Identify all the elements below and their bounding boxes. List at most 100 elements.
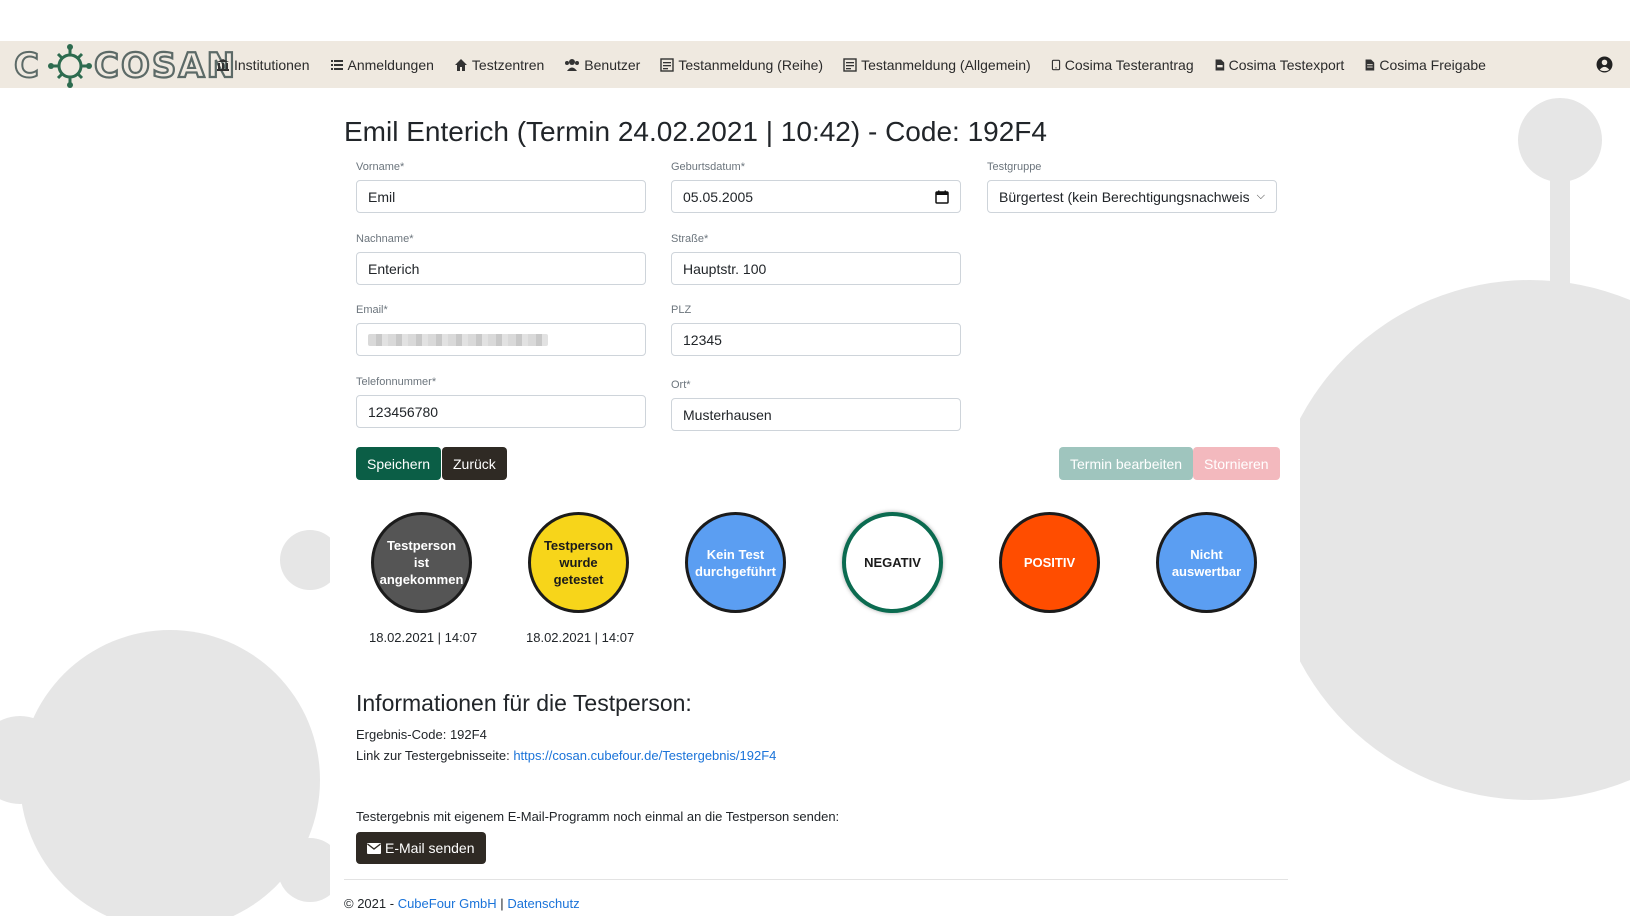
nav-item-cosima-testerantrag[interactable]: Cosima Testerantrag bbox=[1051, 57, 1194, 73]
ort-label: Ort* bbox=[671, 379, 691, 391]
strasse-label: Straße* bbox=[671, 233, 709, 245]
nav-item-testanmeldung-reihe[interactable]: Testanmeldung (Reihe) bbox=[660, 57, 823, 73]
users-icon bbox=[565, 58, 580, 71]
status-line: Testperson bbox=[543, 538, 614, 553]
result-link-label: Link zur Testergebnisseite: bbox=[356, 748, 510, 763]
nav-item-cosima-testexport[interactable]: Cosima Testexport bbox=[1214, 57, 1344, 73]
nachname-label: Nachname* bbox=[356, 233, 414, 245]
back-button[interactable]: Zurück bbox=[442, 447, 507, 480]
strasse-field-group: Straße* Hauptstr. 100 bbox=[671, 233, 961, 285]
ort-field-group: Ort* Musterhausen bbox=[671, 379, 961, 431]
user-account-icon[interactable] bbox=[1596, 56, 1613, 73]
nav-label: Testanmeldung (Reihe) bbox=[678, 56, 824, 73]
result-code-text: Ergebnis-Code: 192F4 bbox=[356, 727, 487, 742]
status-arrived-timestamp: 18.02.2021 | 14:07 bbox=[369, 630, 478, 645]
nav-item-benutzer[interactable]: Benutzer bbox=[564, 57, 640, 73]
nachname-field-group: Nachname* Enterich bbox=[356, 233, 646, 285]
status-line: NEGATIV bbox=[864, 555, 921, 570]
form-icon bbox=[843, 57, 857, 72]
telefon-value: 123456780 bbox=[368, 403, 439, 420]
status-negative-button[interactable]: NEGATIV bbox=[842, 512, 943, 613]
plz-input[interactable]: 12345 bbox=[671, 323, 961, 356]
strasse-value: Hauptstr. 100 bbox=[683, 260, 767, 277]
status-line: POSITIV bbox=[1023, 555, 1076, 570]
nav-item-anmeldungen[interactable]: Anmeldungen bbox=[330, 57, 434, 73]
email-redacted-value bbox=[368, 333, 548, 346]
plz-field-group: PLZ 12345 bbox=[671, 304, 961, 356]
footer: © 2021 - CubeFour GmbH | Datenschutz bbox=[344, 896, 580, 911]
status-tested-button[interactable]: Testperson wurde getestet bbox=[528, 512, 629, 613]
testgruppe-select[interactable]: Bürgertest (kein Berechtigungsnachweis e… bbox=[987, 180, 1277, 213]
chevron-down-icon: ⌵ bbox=[1256, 190, 1265, 202]
info-heading: Informationen für die Testperson: bbox=[356, 690, 692, 716]
result-link-line: Link zur Testergebnisseite: https://cosa… bbox=[356, 748, 776, 763]
file-icon bbox=[1365, 59, 1375, 70]
vorname-label: Vorname* bbox=[356, 161, 405, 173]
file-csv-icon bbox=[1215, 59, 1224, 70]
email-input[interactable] bbox=[356, 323, 646, 356]
nav-item-institutionen[interactable]: Institutionen bbox=[216, 57, 310, 73]
top-navbar: C COSAN Institutionen Anmeldungen Testze… bbox=[0, 41, 1630, 88]
status-line: wurde bbox=[559, 555, 598, 570]
envelope-icon bbox=[367, 842, 381, 854]
plz-value: 12345 bbox=[683, 331, 722, 348]
vorname-value: Emil bbox=[368, 188, 396, 205]
ort-input[interactable]: Musterhausen bbox=[671, 398, 961, 431]
footer-divider bbox=[344, 879, 1288, 880]
nachname-input[interactable]: Enterich bbox=[356, 252, 646, 285]
ort-value: Musterhausen bbox=[683, 406, 772, 423]
app-logo[interactable]: C COSAN bbox=[14, 44, 236, 88]
vorname-field-group: Vorname* Emil bbox=[356, 161, 646, 213]
save-button[interactable]: Speichern bbox=[356, 447, 442, 480]
telefon-input[interactable]: 123456780 bbox=[356, 395, 646, 428]
nav-label: Testzentren bbox=[471, 56, 545, 73]
email-field-group: Email* bbox=[356, 304, 646, 356]
nav-label: Benutzer bbox=[584, 56, 641, 73]
telefon-field-group: Telefonnummer* 123456780 bbox=[356, 376, 646, 428]
nav-label: Cosima Freigabe bbox=[1379, 56, 1486, 73]
geburtsdatum-field-group: Geburtsdatum* 05.05.2005 bbox=[671, 161, 961, 213]
list-icon bbox=[330, 59, 343, 70]
edit-appointment-button[interactable]: Termin bearbeiten bbox=[1059, 447, 1194, 480]
mobile-icon bbox=[1051, 59, 1060, 70]
nav-item-testanmeldung-allgemein[interactable]: Testanmeldung (Allgemein) bbox=[843, 57, 1031, 73]
nav-item-testzentren[interactable]: Testzentren bbox=[454, 57, 544, 73]
status-line: angekommen bbox=[379, 572, 464, 587]
testgruppe-value: Bürgertest (kein Berechtigungsnachweis e bbox=[999, 188, 1249, 205]
nav-label: Testanmeldung (Allgemein) bbox=[861, 56, 1031, 73]
cancel-appointment-button[interactable]: Stornieren bbox=[1193, 447, 1280, 480]
institution-icon bbox=[217, 58, 229, 71]
status-no-test-button[interactable]: Kein Test durchgeführt bbox=[685, 512, 786, 613]
status-line: ist bbox=[413, 555, 430, 570]
geburtsdatum-input[interactable]: 05.05.2005 bbox=[671, 180, 961, 213]
status-invalid-button[interactable]: Nicht auswertbar bbox=[1156, 512, 1257, 613]
status-positive-button[interactable]: POSITIV bbox=[999, 512, 1100, 613]
send-email-label: E-Mail senden bbox=[385, 840, 475, 856]
nachname-value: Enterich bbox=[368, 260, 420, 277]
footer-separator: | bbox=[500, 896, 504, 911]
status-tested-timestamp: 18.02.2021 | 14:07 bbox=[526, 630, 635, 645]
status-line: durchgeführt bbox=[695, 563, 776, 579]
geburtsdatum-label: Geburtsdatum* bbox=[671, 161, 745, 173]
footer-company-link[interactable]: CubeFour GmbH bbox=[398, 896, 497, 911]
testgruppe-field-group: Testgruppe Bürgertest (kein Berechtigung… bbox=[987, 161, 1277, 213]
status-arrived-button[interactable]: Testperson ist angekommen bbox=[371, 512, 472, 613]
result-link[interactable]: https://cosan.cubefour.de/Testergebnis/1… bbox=[513, 748, 776, 763]
resend-instruction-text: Testergebnis mit eigenem E-Mail-Programm… bbox=[356, 809, 840, 824]
page-title: Emil Enterich (Termin 24.02.2021 | 10:42… bbox=[344, 116, 1047, 147]
nav-label: Institutionen bbox=[234, 56, 310, 73]
status-line: Kein Test bbox=[706, 546, 765, 562]
status-line: auswertbar bbox=[1171, 563, 1242, 579]
email-label: Email* bbox=[356, 304, 388, 316]
calendar-icon[interactable] bbox=[935, 190, 949, 204]
plz-label: PLZ bbox=[671, 304, 692, 316]
status-line: Testperson bbox=[386, 538, 457, 553]
send-email-button[interactable]: E-Mail senden bbox=[356, 832, 486, 864]
nav-label: Anmeldungen bbox=[347, 56, 434, 73]
footer-privacy-link[interactable]: Datenschutz bbox=[507, 896, 579, 911]
home-icon bbox=[454, 58, 467, 71]
vorname-input[interactable]: Emil bbox=[356, 180, 646, 213]
nav-item-cosima-freigabe[interactable]: Cosima Freigabe bbox=[1364, 57, 1486, 73]
nav-menu: Institutionen Anmeldungen Testzentren Be… bbox=[216, 41, 1506, 88]
strasse-input[interactable]: Hauptstr. 100 bbox=[671, 252, 961, 285]
